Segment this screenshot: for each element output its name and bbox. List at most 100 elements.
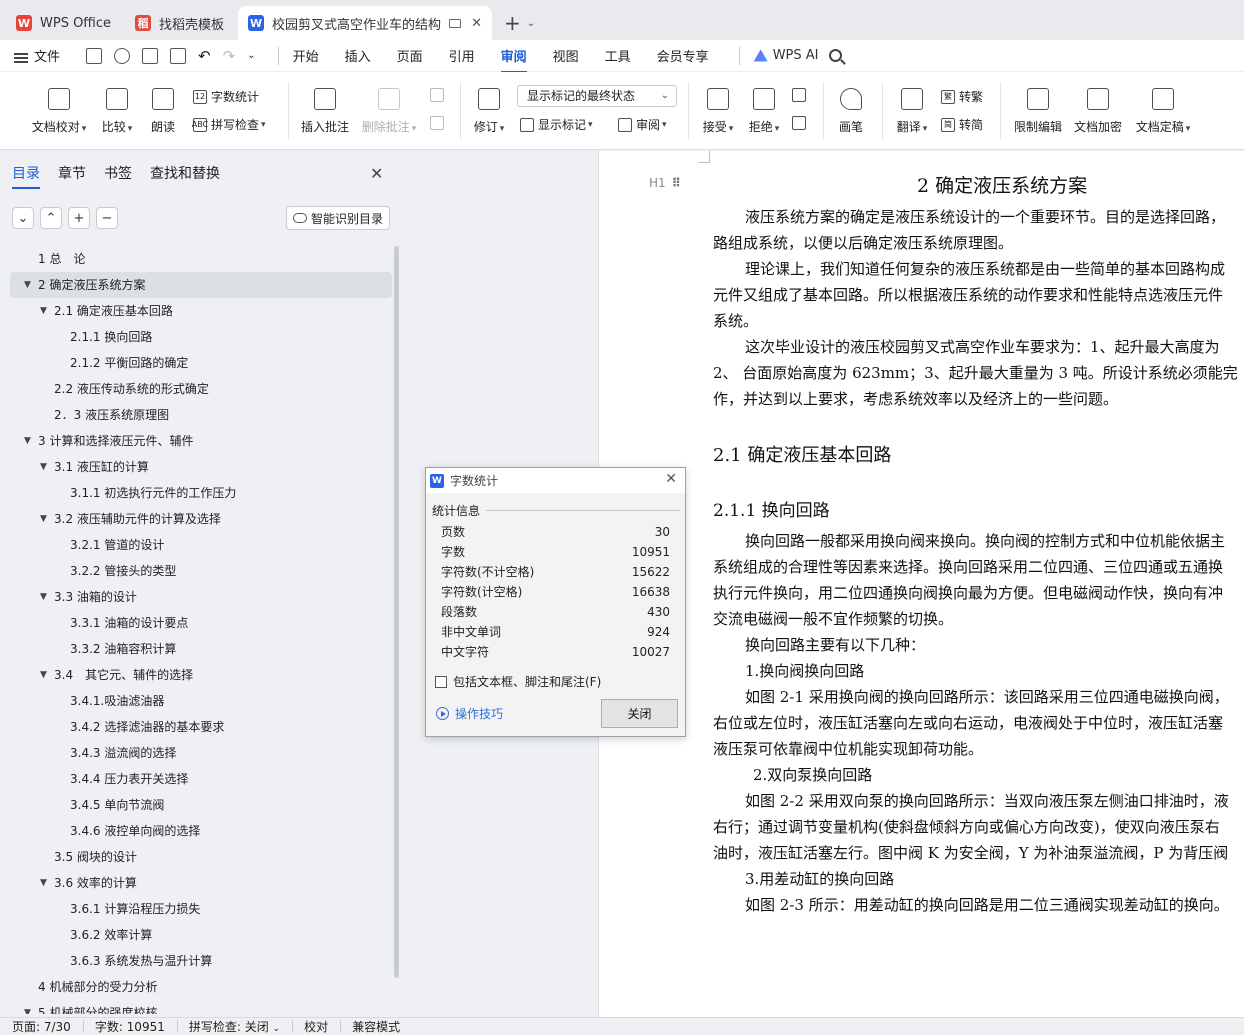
save-icon[interactable] <box>86 47 103 64</box>
checkbox-icon[interactable] <box>435 675 447 688</box>
toc-scrollbar[interactable] <box>394 246 399 978</box>
expand-arrow-icon[interactable]: ▼ <box>40 506 47 532</box>
file-menu[interactable]: 文件 <box>14 46 60 65</box>
status-words[interactable]: 字数: 10951 <box>82 1018 177 1035</box>
toc-item[interactable]: 3.4.6 液控单向阀的选择 <box>10 818 392 844</box>
previous-comment-icon[interactable] <box>430 88 448 102</box>
expand-arrow-icon[interactable]: ▼ <box>24 428 31 454</box>
toc-item[interactable]: 3.2.1 管道的设计 <box>10 532 392 558</box>
toc-item[interactable]: ▼ 3 计算和选择液压元件、辅件 <box>10 428 392 454</box>
toc-item[interactable]: 3.6.2 效率计算 <box>10 922 392 948</box>
expand-down-icon[interactable]: ⌄ <box>12 207 34 229</box>
toc-item[interactable]: 3.3.1 油箱的设计要点 <box>10 610 392 636</box>
toc-item[interactable]: 2.1.1 换向回路 <box>10 324 392 350</box>
accept-button[interactable]: 接受 ▾ <box>698 72 738 150</box>
to-simplified-button[interactable]: 简转简 <box>941 116 983 133</box>
close-button[interactable]: 关闭 <box>601 699 678 728</box>
doc-check-button[interactable]: 文档校对 ▾ <box>28 72 90 150</box>
markup-state-select[interactable]: 显示标记的最终状态 ⌄ <box>517 85 677 107</box>
toc-item[interactable]: ▼ 3.3 油箱的设计 <box>10 584 392 610</box>
toc-item[interactable]: 3.6.1 计算沿程压力损失 <box>10 896 392 922</box>
toc-item[interactable]: 3.5 阀块的设计 <box>10 844 392 870</box>
expand-arrow-icon[interactable]: ▼ <box>40 870 47 896</box>
status-proof[interactable]: 校对 <box>292 1018 340 1035</box>
tab-wps-office[interactable]: W WPS Office <box>6 6 121 40</box>
undo-icon[interactable]: ↶ <box>198 47 211 65</box>
expand-arrow-icon[interactable]: ▼ <box>40 584 47 610</box>
close-tab-icon[interactable]: ✕ <box>471 16 482 31</box>
show-markup-button[interactable]: 显示标记 ▾ <box>520 116 593 133</box>
drag-handle-icon[interactable]: ⠿ <box>672 176 681 190</box>
menu-review[interactable]: 审阅 <box>500 46 527 73</box>
restrict-edit-button[interactable]: 限制编辑 <box>1010 72 1066 150</box>
expand-arrow-icon[interactable]: ▼ <box>24 272 31 298</box>
toc-item[interactable]: ▼ 3.4 其它元、辅件的选择 <box>10 662 392 688</box>
toc-item[interactable]: 3.4.5 单向节流阀 <box>10 792 392 818</box>
toc-item[interactable]: 2.2 液压传动系统的形式确定 <box>10 376 392 402</box>
quick-access-dropdown-icon[interactable]: ⌄ <box>247 50 255 61</box>
previous-change-icon[interactable] <box>792 88 810 102</box>
new-tab-button[interactable]: + ⌄ <box>496 6 543 40</box>
expand-arrow-icon[interactable]: ▼ <box>24 1000 31 1014</box>
remove-heading-icon[interactable]: − <box>96 207 118 229</box>
toc-item[interactable]: ▼ 3.1 液压缸的计算 <box>10 454 392 480</box>
delete-comment-button[interactable]: 删除批注 ▾ <box>358 72 420 150</box>
toc-item[interactable]: 3.4.4 压力表开关选择 <box>10 766 392 792</box>
nav-tab-chapters[interactable]: 章节 <box>58 163 86 183</box>
menu-tools[interactable]: 工具 <box>605 46 631 65</box>
revise-button[interactable]: 修订 ▾ <box>470 72 508 150</box>
toc-item[interactable]: ▼ 2 确定液压系统方案 <box>10 272 392 298</box>
expand-arrow-icon[interactable]: ▼ <box>40 454 47 480</box>
nav-tab-toc[interactable]: 目录 <box>12 163 40 189</box>
translate-button[interactable]: 翻译 ▾ <box>893 72 931 150</box>
toc-item[interactable]: 2．3 液压系统原理图 <box>10 402 392 428</box>
wps-ai-button[interactable]: WPS AI <box>753 48 819 63</box>
status-page[interactable]: 页面: 7/30 <box>0 1018 83 1035</box>
status-spell-check[interactable]: 拼写检查: 关闭 ⌄ <box>176 1018 292 1035</box>
to-traditional-button[interactable]: 繁转繁 <box>941 88 983 105</box>
smart-toc-button[interactable]: 智能识别目录 <box>286 206 390 230</box>
expand-arrow-icon[interactable]: ▼ <box>40 298 47 324</box>
tab-daoke[interactable]: 稻 找稻壳模板 <box>125 6 234 40</box>
menu-reference[interactable]: 引用 <box>449 46 475 65</box>
nav-tab-bookmarks[interactable]: 书签 <box>104 163 132 183</box>
word-count-button[interactable]: 12 字数统计 <box>193 88 259 105</box>
toc-item[interactable]: 3.2.2 管接头的类型 <box>10 558 392 584</box>
toc-item[interactable]: 3.4.2 选择滤油器的基本要求 <box>10 714 392 740</box>
toc-item[interactable]: 2.1.2 平衡回路的确定 <box>10 350 392 376</box>
doc-encrypt-button[interactable]: 文档加密 <box>1070 72 1126 150</box>
read-aloud-button[interactable]: 朗读 <box>146 72 180 150</box>
collapse-up-icon[interactable]: ⌃ <box>40 207 62 229</box>
document-page[interactable]: H1 ⠿ 2 确定液压系统方案 液压系统方案的确定是液压系统设计的一个重要环节。目… <box>598 151 1244 1017</box>
toc-item[interactable]: ▼ 3.6 效率的计算 <box>10 870 392 896</box>
pen-button[interactable]: 画笔 <box>834 72 868 150</box>
spell-check-button[interactable]: ABC 拼写检查 ▾ <box>192 116 266 133</box>
tips-link[interactable]: 操作技巧 <box>436 705 503 722</box>
toc-item[interactable]: 1 总 论 <box>10 246 392 272</box>
toc-item[interactable]: 4 机械部分的受力分析 <box>10 974 392 1000</box>
toc-item[interactable]: ▼ 5 机械部分的强度校核 <box>10 1000 392 1014</box>
menu-member[interactable]: 会员专享 <box>657 46 709 65</box>
nav-tab-find-replace[interactable]: 查找和替换 <box>150 163 220 183</box>
toc-item[interactable]: 3.4.3 溢流阀的选择 <box>10 740 392 766</box>
expand-arrow-icon[interactable]: ▼ <box>40 662 47 688</box>
menu-start[interactable]: 开始 <box>293 46 319 65</box>
heading-level-marker[interactable]: H1 ⠿ <box>649 176 681 190</box>
toc-item[interactable]: 3.1.1 初选执行元件的工作压力 <box>10 480 392 506</box>
toc-item[interactable]: 3.3.2 油箱容积计算 <box>10 636 392 662</box>
add-heading-icon[interactable]: + <box>68 207 90 229</box>
include-textbox-checkbox[interactable]: 包括文本框、脚注和尾注(F) <box>435 673 601 690</box>
print-icon[interactable] <box>142 47 159 64</box>
toc-item[interactable]: ▼ 2.1 确定液压基本回路 <box>10 298 392 324</box>
close-pane-icon[interactable]: ✕ <box>370 164 383 183</box>
menu-view[interactable]: 视图 <box>553 46 579 65</box>
menu-page[interactable]: 页面 <box>397 46 423 65</box>
next-change-icon[interactable] <box>792 116 810 130</box>
menu-insert[interactable]: 插入 <box>345 46 371 65</box>
chevron-down-icon[interactable]: ⌄ <box>527 18 535 29</box>
dialog-titlebar[interactable]: W 字数统计 ✕ <box>426 468 685 493</box>
tab-document[interactable]: W 校园剪叉式高空作业车的结构 ✕ <box>238 6 492 40</box>
toc-item[interactable]: 3.4.1.吸油滤油器 <box>10 688 392 714</box>
toc-item[interactable]: 3.6.3 系统发热与温升计算 <box>10 948 392 974</box>
redo-icon[interactable]: ↷ <box>223 47 236 65</box>
